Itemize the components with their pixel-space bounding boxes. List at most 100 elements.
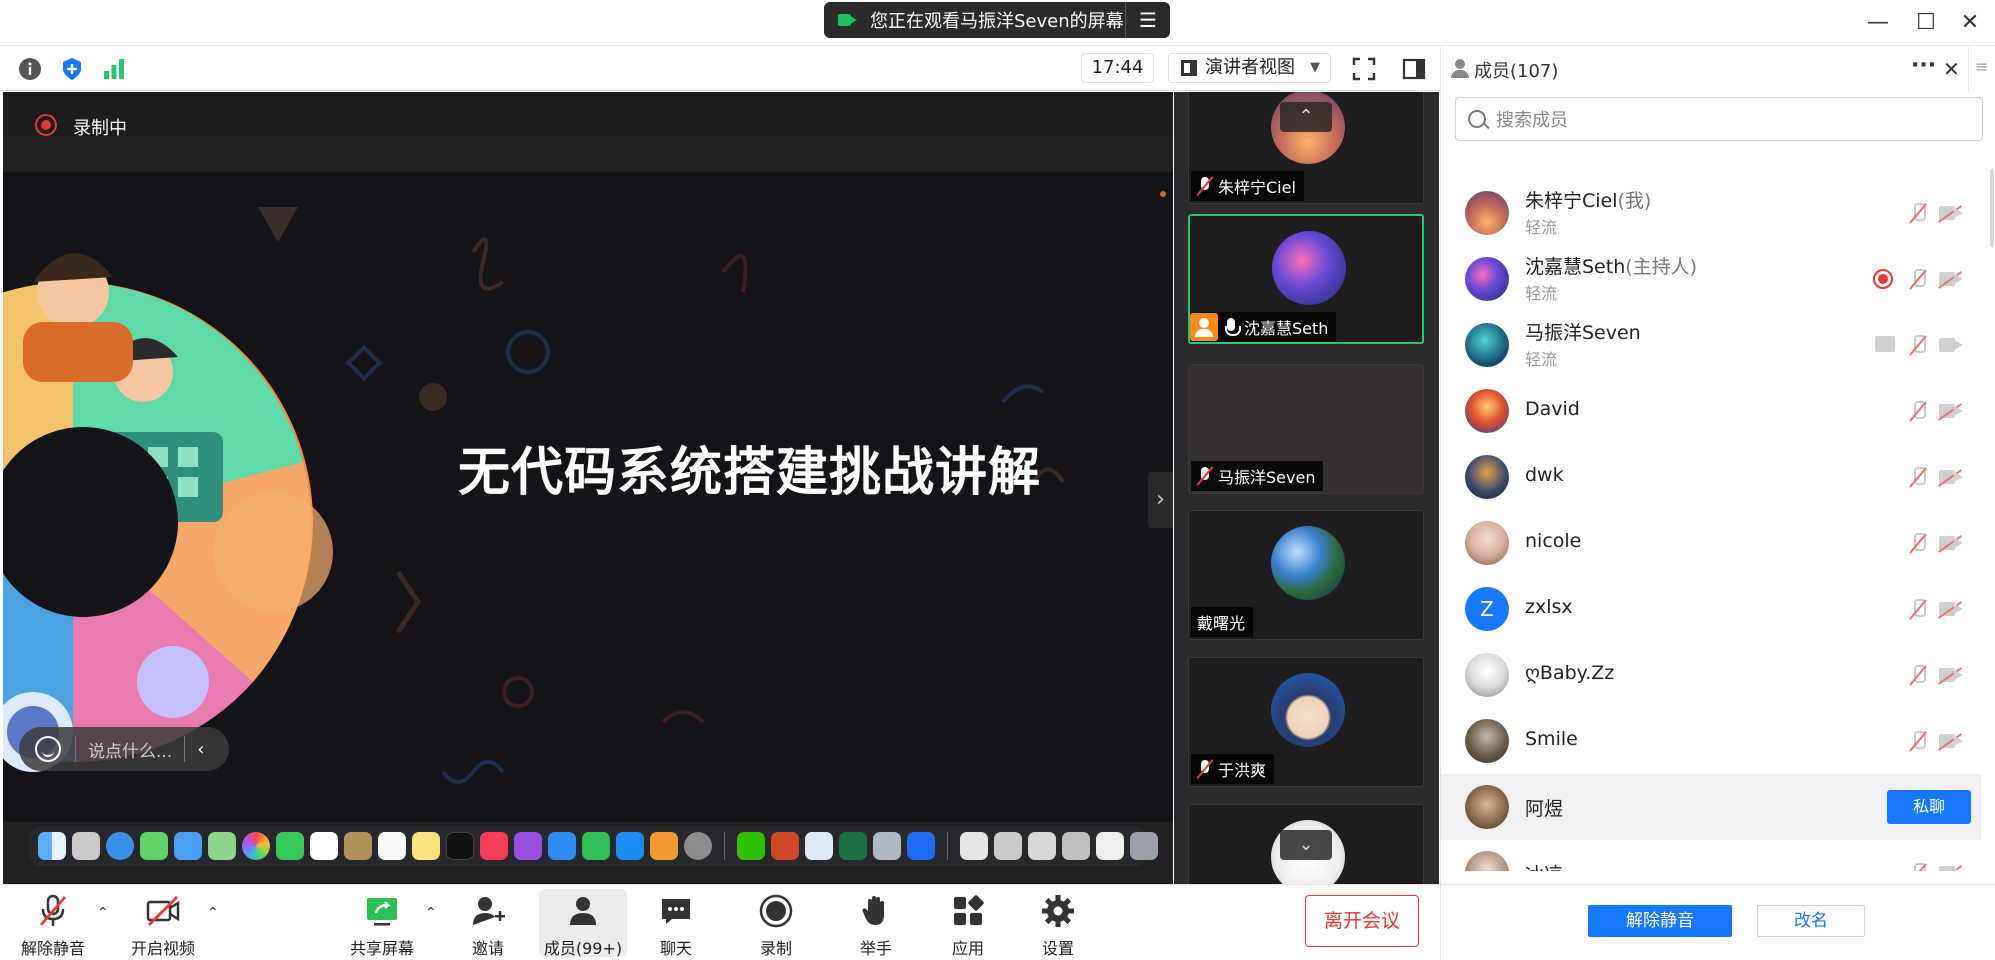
member-org: 轻流 — [1525, 284, 1558, 303]
member-row[interactable]: 朱梓宁Ciel(我) 轻流 — [1441, 180, 1981, 246]
participant-tile[interactable]: 马振洋Seven — [1188, 364, 1424, 494]
unmute-button[interactable]: 解除静音 — [14, 889, 92, 958]
document-icon — [1028, 832, 1056, 860]
private-chat-button[interactable]: 私聊 — [1887, 790, 1971, 824]
camera-off-icon — [1937, 864, 1965, 871]
participant-tile[interactable]: 沈嘉慧Seth — [1188, 214, 1424, 344]
maximize-button[interactable]: ☐ — [1911, 8, 1941, 38]
recording-icon — [1873, 269, 1893, 289]
safari-icon — [106, 832, 134, 860]
share-screen-button[interactable]: 共享屏幕 — [343, 889, 421, 958]
emoji-icon[interactable] — [35, 736, 61, 762]
rename-button[interactable]: 改名 — [1757, 905, 1865, 937]
record-button[interactable]: 录制 — [738, 889, 814, 958]
chevron-up-icon[interactable]: ⌃ — [207, 905, 219, 921]
scroll-down-button[interactable]: ⌄ — [1280, 830, 1332, 860]
fullscreen-icon[interactable] — [1352, 57, 1376, 81]
settings-button[interactable]: 设置 — [1020, 889, 1096, 958]
title-bar: 您正在观看马振洋Seven的屏幕 ☰ — ☐ ✕ — [0, 0, 1995, 46]
mic-muted-icon — [1909, 334, 1927, 356]
launchpad-icon — [72, 832, 100, 860]
collapse-thumbnails-button[interactable]: › — [1148, 472, 1173, 528]
sidebar-toggle-icon[interactable] — [1402, 57, 1426, 81]
member-row[interactable]: 阿煜 私聊 — [1441, 774, 1981, 840]
numbers-icon — [582, 832, 610, 860]
chat-button[interactable]: 聊天 — [638, 889, 714, 958]
member-name: Smile — [1525, 728, 1578, 750]
screenshot-icon — [873, 832, 901, 860]
camera-icon — [838, 12, 858, 28]
menu-icon[interactable]: ☰ — [1126, 8, 1170, 32]
camera-off-icon — [1937, 534, 1965, 553]
unmute-all-button[interactable]: 解除静音 — [1588, 905, 1732, 937]
search-icon — [1468, 110, 1486, 128]
divider — [75, 736, 76, 762]
member-row[interactable]: nicole — [1441, 510, 1981, 576]
info-icon[interactable] — [18, 57, 42, 81]
avatar — [1271, 673, 1345, 747]
member-row[interactable]: ღBaby.Zz — [1441, 642, 1981, 708]
participant-name-tag: 沈嘉慧Seth — [1190, 312, 1337, 342]
member-row[interactable]: dwk — [1441, 444, 1981, 510]
view-mode-select[interactable]: 演讲者视图 ▼ — [1168, 53, 1331, 83]
chevron-left-icon[interactable]: ‹ — [197, 739, 204, 760]
more-options-icon[interactable]: ··· — [1911, 53, 1936, 78]
participant-name-tag: 于洪爽 — [1191, 754, 1275, 784]
mic-muted-icon — [1909, 598, 1927, 620]
apple-tv-icon — [446, 832, 474, 860]
side-rail: ≡ — [1968, 47, 1995, 91]
member-name: 冰凉 — [1525, 860, 1563, 871]
raise-hand-button[interactable]: 举手 — [838, 889, 914, 958]
add-user-icon — [473, 897, 505, 925]
security-shield-icon[interactable] — [60, 57, 84, 81]
maps-icon — [208, 832, 236, 860]
close-panel-icon[interactable]: ✕ — [1943, 57, 1960, 81]
leave-meeting-button[interactable]: 离开会议 — [1305, 895, 1419, 947]
document-icon — [1062, 832, 1090, 860]
chevron-up-icon[interactable]: ⌃ — [425, 905, 437, 921]
avatar — [1465, 455, 1509, 499]
document-icon — [994, 832, 1022, 860]
host-icon — [1190, 313, 1218, 341]
member-name: zxlsx — [1525, 596, 1573, 618]
avatar: Z — [1465, 587, 1509, 631]
minimize-button[interactable]: — — [1863, 8, 1893, 38]
member-row[interactable]: Smile — [1441, 708, 1981, 774]
apps-icon — [954, 895, 984, 925]
member-row[interactable]: 沈嘉慧Seth(主持人) 轻流 — [1441, 246, 1981, 312]
share-screen-label: 共享屏幕 — [349, 939, 414, 958]
member-list-scrollbar[interactable] — [1990, 169, 1994, 247]
keynote-icon — [548, 832, 576, 860]
mic-muted-icon — [1909, 862, 1927, 871]
member-row[interactable]: 马振洋Seven 轻流 — [1441, 312, 1981, 378]
recording-icon — [35, 114, 57, 136]
mic-on-icon — [1223, 317, 1241, 337]
participant-tile[interactable]: 戴曙光 — [1188, 510, 1424, 640]
network-signal-icon[interactable] — [102, 57, 126, 81]
search-placeholder: 搜索成员 — [1496, 110, 1568, 131]
viewing-text: 您正在观看马振洋Seven的屏幕 — [870, 11, 1124, 32]
participant-thumbnails: 朱梓宁Ciel ⌃ 沈嘉慧Seth 马振洋Seven 戴曙光 于洪爽 ⌄ — [1174, 92, 1439, 884]
chevron-up-icon[interactable]: ⌃ — [97, 905, 109, 921]
member-row[interactable]: Z zxlsx — [1441, 576, 1981, 642]
contacts-icon — [344, 832, 372, 860]
apps-button[interactable]: 应用 — [930, 889, 1006, 958]
camera-off-icon — [146, 896, 180, 926]
quick-chat-input[interactable]: 说点什么... ‹ — [19, 727, 229, 771]
search-members-input[interactable]: 搜索成员 — [1455, 97, 1983, 141]
members-icon — [570, 897, 596, 925]
member-row[interactable]: 冰凉 — [1441, 840, 1981, 871]
raise-hand-label: 举手 — [859, 939, 892, 958]
mic-muted-icon — [1197, 176, 1213, 196]
member-row[interactable]: David — [1441, 378, 1981, 444]
member-name: David — [1525, 398, 1580, 420]
close-window-button[interactable]: ✕ — [1955, 8, 1985, 38]
camera-off-icon — [1937, 666, 1965, 685]
menu-icon[interactable]: ≡ — [1975, 57, 1988, 76]
scroll-up-button[interactable]: ⌃ — [1280, 102, 1332, 132]
system-preferences-icon — [684, 832, 712, 860]
invite-button[interactable]: 邀请 — [450, 889, 526, 958]
members-button[interactable]: 成员(99+) — [539, 889, 627, 958]
participant-tile[interactable]: 于洪爽 — [1188, 657, 1424, 787]
start-video-button[interactable]: 开启视频 — [124, 889, 202, 958]
